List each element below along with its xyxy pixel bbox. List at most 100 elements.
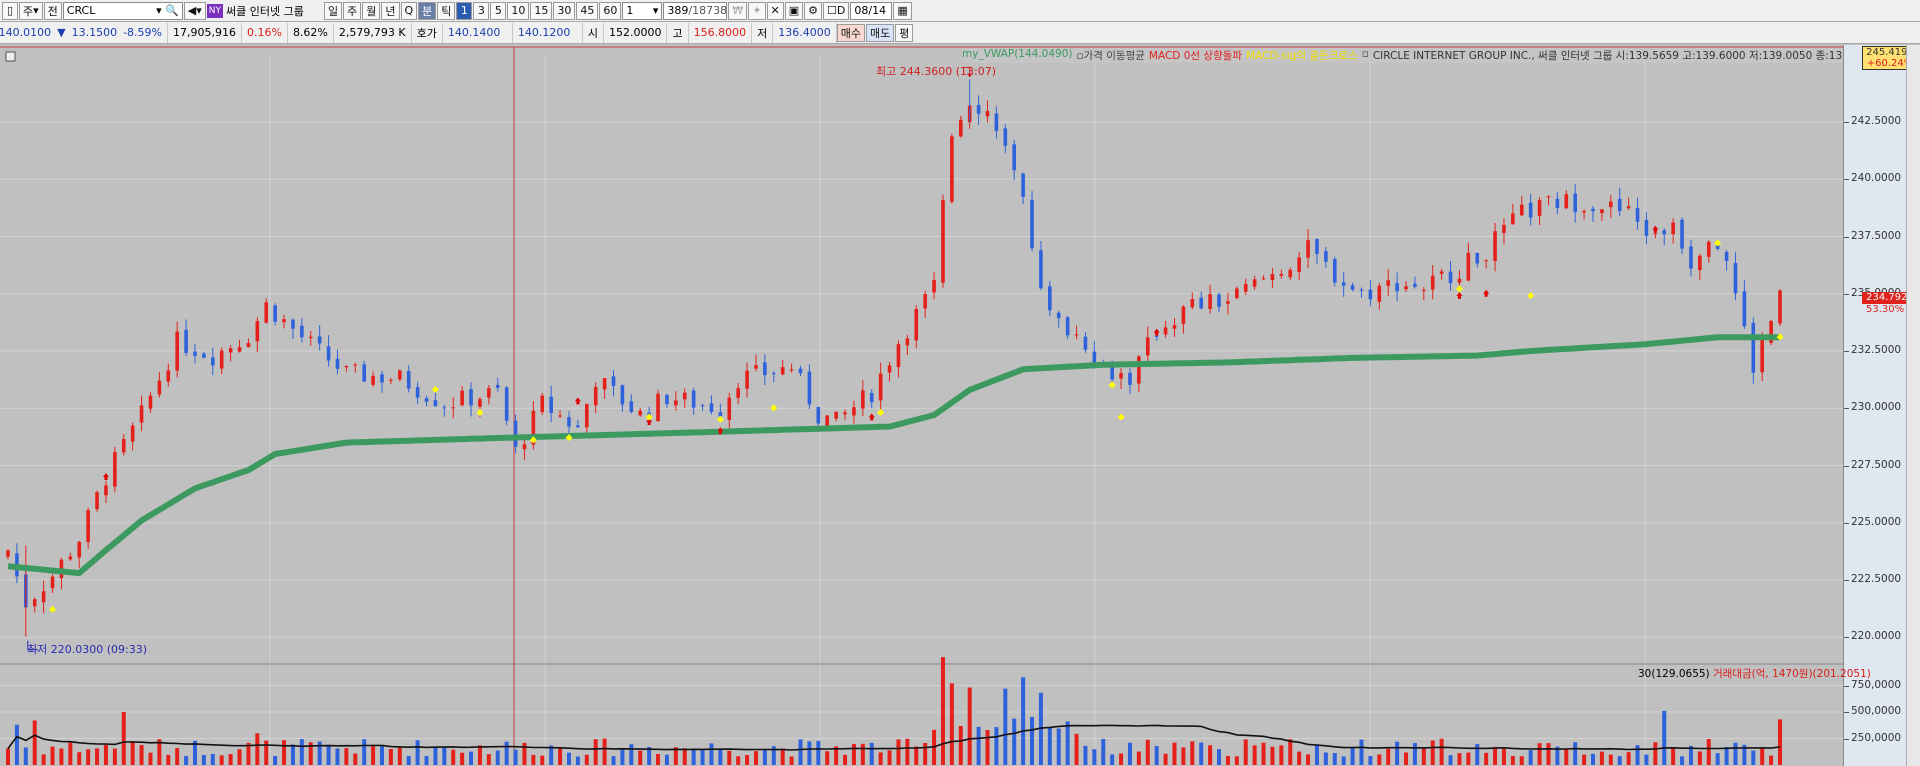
symbol-input[interactable]: CRCL ▾ 🔍 [62,1,183,20]
volume-bar [433,746,438,765]
axis-tick [1844,179,1849,181]
volume-bar [1724,747,1729,765]
vertical-scrollbar[interactable] [1906,45,1920,766]
volume-bar [1715,753,1720,765]
count-value: 389 [667,4,689,17]
candle-body [994,113,999,131]
volume-bar [1101,738,1106,765]
candle-body [1217,294,1221,307]
market-select[interactable]: 주 ▾ [19,1,43,20]
volume-bar [406,756,411,765]
candle-body [1359,289,1364,291]
gear-icon[interactable]: ⚙ [804,1,823,20]
candle-body [1056,312,1061,319]
interval-15[interactable]: 15 [530,1,553,20]
volume-bar [121,712,126,765]
candle-body [807,371,812,405]
interval-input[interactable]: 1 ▾ [622,1,663,20]
axis-tick [1844,580,1849,581]
volume-bar [1181,747,1186,765]
sound-icon[interactable]: ◀▾ [183,1,206,20]
count-input[interactable]: 389/18738 [663,1,728,20]
volume-bar [1368,756,1373,765]
candle-body [593,386,598,406]
volume: 17,905,916 [168,22,242,43]
candle-body [255,321,260,342]
volume-bar [1733,742,1738,765]
high-marker-label: 최고 244.3600 (13:07) [876,65,997,78]
candle-body [1368,289,1373,300]
legend-sep: ▫ [1361,48,1369,60]
interval-45[interactable]: 45 [576,1,599,20]
candle-body [1653,233,1658,235]
period-quarter[interactable]: Q [400,1,418,20]
volume-bar [112,748,117,765]
candle-body [1190,299,1195,308]
volume-bar [1190,741,1195,765]
buy-button[interactable]: 매수 [836,23,865,42]
high: 156.8000 [689,22,753,43]
price-axis[interactable]: 242.5000240.0000237.5000235.0000232.5000… [1843,45,1906,766]
bid-label: 호가 [412,22,443,43]
checkbox-label: D [836,4,846,17]
interval-1[interactable]: 1 [456,1,473,20]
last-price: 140.0100 [0,26,52,39]
high-label: 고 [667,22,689,43]
candle-body [228,348,233,353]
candle-body [1350,285,1355,290]
search-icon[interactable]: ▾ 🔍 [156,4,179,17]
axis-tick [1844,685,1849,687]
volume-bar [1350,747,1355,765]
turnover-pct: 8.62% [288,22,334,43]
volume-bar [1083,745,1088,765]
candle-body [495,384,500,388]
candle-body [273,305,277,322]
layout-icon[interactable]: ▯ [2,1,18,20]
period-week[interactable]: 주 [343,1,362,20]
candle-body [1279,274,1284,276]
volume-bar [1377,754,1382,765]
sell-button[interactable]: 매도 [865,23,895,42]
candle-body [1341,282,1346,286]
interval-10[interactable]: 10 [507,1,530,20]
crosshair-icon[interactable]: ✕ [766,1,784,20]
period-tick[interactable]: 틱 [437,1,456,20]
candle-body [1475,252,1480,264]
d-checkbox[interactable]: ☐ D [823,1,850,20]
period-day[interactable]: 일 [324,1,343,20]
volume-bar [59,748,64,765]
volume-bar [1537,743,1542,765]
axis-tick [1844,465,1849,467]
pin-icon[interactable]: ✦ [748,1,766,20]
candle-body [1003,128,1008,146]
candle-body [1039,250,1043,289]
candle-body [1564,194,1569,209]
interval-60[interactable]: 60 [599,1,622,20]
chevron-down-icon[interactable]: ▾ [653,4,659,17]
volume-bar [1457,753,1462,765]
price-chart[interactable] [0,45,1843,766]
period-minute[interactable]: 분 [418,1,437,20]
calendar-icon[interactable]: ▦ [893,1,912,20]
candle-body [1760,339,1764,373]
save-icon[interactable]: ▣ [784,1,804,20]
interval-30[interactable]: 30 [553,1,576,20]
period-year[interactable]: 년 [381,1,400,20]
axis-tick [1844,738,1849,740]
candle-body [896,344,901,368]
candle-body [139,405,144,423]
type-button[interactable]: 전 [43,1,62,20]
candle-body [513,420,518,447]
candle-body [950,136,954,202]
interval-3[interactable]: 3 [473,1,490,20]
candle-body [433,400,438,407]
volume-bar [1012,718,1017,765]
volume-bar [860,743,865,765]
candle-body [878,373,883,401]
candle-body [1252,279,1257,287]
period-month[interactable]: 월 [362,1,381,20]
currency-icon[interactable]: ₩ [728,1,748,20]
avg-button[interactable]: 평 [895,23,914,42]
date-input[interactable]: 08/14 [850,1,893,20]
interval-5[interactable]: 5 [490,1,507,20]
